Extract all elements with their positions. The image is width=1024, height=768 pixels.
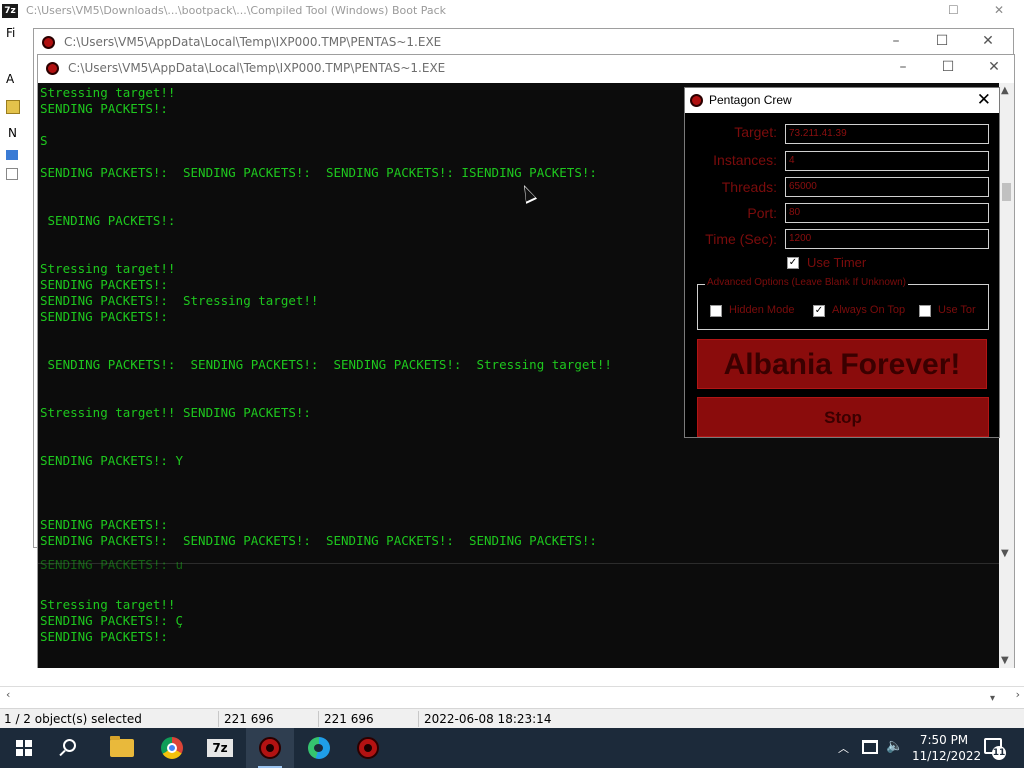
taskbar-7zip[interactable]: 7z (196, 728, 244, 768)
status-size: 221 696 (224, 712, 274, 726)
console-back-titlebar[interactable]: C:\Users\VM5\AppData\Local\Temp\IXP000.T… (34, 29, 1013, 56)
notification-count-badge: 11 (992, 746, 1006, 760)
maximize-icon[interactable]: ☐ (932, 33, 952, 49)
port-field[interactable]: 80 (785, 203, 989, 223)
scroll-thumb[interactable] (1002, 183, 1011, 201)
pentagon-crew-dialog[interactable]: Pentagon Crew ✕ Target: 73.211.41.39 Ins… (684, 87, 1000, 438)
threads-field[interactable]: 65000 (785, 177, 989, 197)
status-bar: 1 / 2 object(s) selected 221 696 221 696… (0, 708, 1024, 728)
taskbar-pentagon-app[interactable] (246, 728, 294, 768)
menu-file[interactable]: Fi (6, 26, 15, 40)
always-on-top-checkbox[interactable]: ✓ (813, 305, 825, 317)
chrome-icon (161, 737, 183, 759)
maximize-icon[interactable]: ☐ (948, 3, 959, 17)
volume-icon[interactable]: 🔈 (886, 738, 903, 768)
windows-start-icon (16, 740, 32, 756)
status-separator (218, 711, 219, 727)
scroll-down-icon[interactable]: ▾ (990, 693, 995, 704)
pentagon-titlebar[interactable]: Pentagon Crew ✕ (685, 88, 999, 113)
horizontal-scrollbar[interactable]: ‹ ▾ › (0, 686, 1024, 704)
system-clock[interactable]: 7:50 PM 11/12/2022 (912, 732, 982, 764)
menu-a[interactable]: A (6, 72, 14, 86)
taskbar-edge[interactable] (295, 728, 343, 768)
console-front-titlebar[interactable]: C:\Users\VM5\AppData\Local\Temp\IXP000.T… (38, 55, 1014, 82)
7zip-icon: 7z (207, 739, 233, 757)
pentagon-console-icon (357, 737, 379, 759)
use-timer-label: Use Timer (807, 255, 867, 270)
pentagon-app-icon (690, 94, 703, 107)
show-hidden-icons-icon[interactable]: ︿ (838, 740, 849, 768)
minimize-icon[interactable]: – (886, 33, 906, 49)
background-window-left-pane: Fi A N (0, 22, 36, 710)
threads-label: Threads: (721, 179, 777, 195)
background-window-titlebar: 7z C:\Users\VM5\Downloads\...\bootpack\.… (0, 0, 1024, 22)
stop-button[interactable]: Stop (697, 397, 989, 437)
pentagon-title: Pentagon Crew (709, 93, 792, 107)
use-timer-checkbox[interactable]: ✓ (787, 257, 799, 269)
taskbar: 7z ︿ 🔈 7:50 PM 11/12/2022 11 (0, 728, 1024, 768)
target-label: Target: (734, 124, 777, 140)
pentagon-app-icon (42, 36, 55, 49)
albania-forever-button[interactable]: Albania Forever! (697, 339, 987, 389)
close-icon[interactable]: ✕ (984, 59, 1004, 75)
instances-label: Instances: (713, 152, 777, 168)
background-window-title: C:\Users\VM5\Downloads\...\bootpack\...\… (26, 4, 447, 17)
scroll-down-icon[interactable]: ▼ (1001, 655, 1009, 666)
selected-file-icon[interactable] (6, 150, 18, 160)
console-ghost-line: SENDING PACKETS!: u (40, 557, 183, 572)
console-text: Stressing target!! SENDING PACKETS!: S S… (40, 85, 612, 644)
time-label: Time (Sec): (705, 231, 777, 247)
search-icon (63, 739, 76, 752)
scroll-up-icon[interactable]: ▲ (1001, 85, 1009, 96)
minimize-icon[interactable]: – (893, 59, 913, 75)
close-icon[interactable]: ✕ (977, 90, 991, 110)
status-separator (318, 711, 319, 727)
search-button[interactable] (48, 728, 96, 768)
taskbar-file-explorer[interactable] (98, 728, 146, 768)
pentagon-app-icon (46, 62, 59, 75)
edge-icon (308, 737, 330, 759)
clock-time: 7:50 PM (919, 733, 969, 747)
pentagon-app-icon (259, 737, 281, 759)
column-header-name[interactable]: N (8, 126, 17, 140)
clock-date: 11/12/2022 (912, 749, 982, 763)
close-icon[interactable]: ✕ (994, 3, 1004, 17)
status-separator (418, 711, 419, 727)
status-modified: 2022-06-08 18:23:14 (424, 712, 552, 726)
start-button[interactable] (0, 728, 48, 768)
hidden-mode-checkbox[interactable] (710, 305, 722, 317)
status-packed-size: 221 696 (324, 712, 374, 726)
file-icon[interactable] (6, 168, 18, 180)
taskbar-pentagon-console[interactable] (344, 728, 392, 768)
taskbar-chrome[interactable] (148, 728, 196, 768)
close-icon[interactable]: ✕ (978, 33, 998, 49)
instances-field[interactable]: 4 (785, 151, 989, 171)
target-field[interactable]: 73.211.41.39 (785, 124, 989, 144)
scroll-right-icon[interactable]: › (1016, 688, 1020, 701)
network-icon[interactable] (862, 740, 878, 754)
console-front-title: C:\Users\VM5\AppData\Local\Temp\IXP000.T… (68, 61, 446, 75)
use-tor-checkbox[interactable] (919, 305, 931, 317)
port-label: Port: (747, 205, 777, 221)
toolbar-folder-icon[interactable] (6, 100, 20, 114)
7zip-icon: 7z (2, 4, 18, 18)
time-field[interactable]: 1200 (785, 229, 989, 249)
always-on-top-label: Always On Top (832, 304, 906, 316)
scroll-down-icon[interactable]: ▼ (1001, 548, 1009, 559)
scroll-left-icon[interactable]: ‹ (6, 688, 10, 701)
maximize-icon[interactable]: ☐ (938, 59, 958, 75)
file-explorer-icon (110, 736, 134, 757)
hidden-mode-label: Hidden Mode (729, 304, 795, 316)
use-tor-label: Use Tor (938, 304, 976, 316)
advanced-options-title: Advanced Options (Leave Blank If Unknown… (705, 277, 908, 288)
status-selection: 1 / 2 object(s) selected (4, 712, 142, 726)
console-back-title: C:\Users\VM5\AppData\Local\Temp\IXP000.T… (64, 35, 442, 49)
console-vertical-scrollbar[interactable]: ▲ ▼ ▼ (999, 83, 1014, 668)
